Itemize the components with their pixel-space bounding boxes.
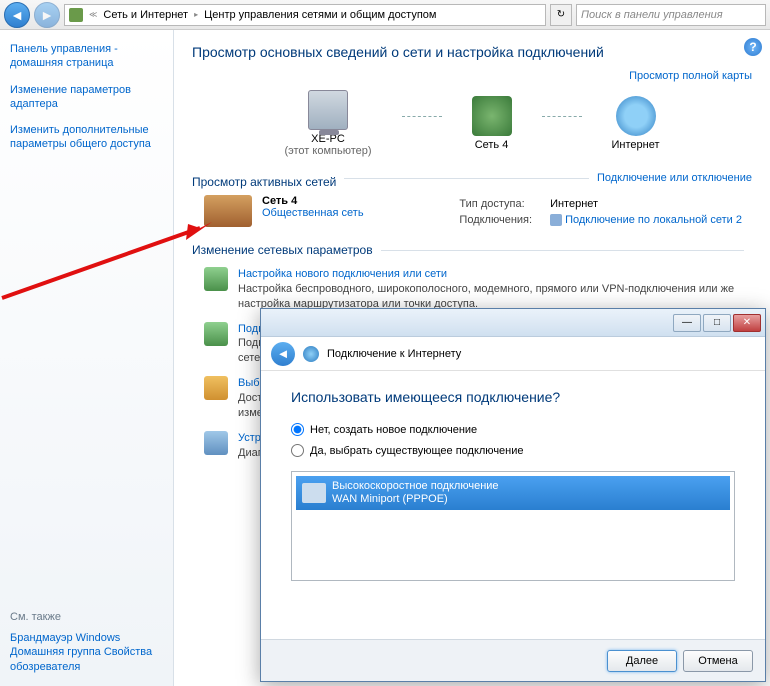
search-placeholder: Поиск в панели управления (581, 9, 723, 21)
nav-back-button[interactable]: ◄ (4, 2, 30, 28)
connection-line (542, 116, 582, 117)
change-params-heading: Изменение сетевых параметров (192, 243, 373, 257)
radio-new-connection[interactable]: Нет, создать новое подключение (291, 423, 735, 436)
connection-item-icon (302, 483, 326, 503)
choose-icon (204, 376, 228, 400)
connection-listbox[interactable]: Высокоскоростное подключение WAN Minipor… (291, 471, 735, 581)
dialog-back-button[interactable]: ◄ (271, 342, 295, 366)
control-panel-icon (69, 8, 83, 22)
bench-icon (204, 195, 252, 227)
chevron-right-icon: ▸ (194, 10, 198, 19)
action-title[interactable]: Выб (238, 377, 260, 389)
dialog-question: Использовать имеющееся подключение? (291, 389, 735, 405)
list-item[interactable]: Высокоскоростное подключение WAN Minipor… (296, 476, 730, 510)
troubleshoot-icon (204, 431, 228, 455)
action-title[interactable]: Устр (238, 432, 261, 444)
radio-input[interactable] (291, 423, 304, 436)
connection-line (402, 116, 442, 117)
radio-input[interactable] (291, 444, 304, 457)
sidebar-link-sharing[interactable]: Изменить дополнительные параметры общего… (10, 123, 163, 152)
action-new-connection[interactable]: Настройка нового подключения или сети На… (204, 267, 752, 312)
pc-icon (308, 90, 348, 130)
breadcrumb-item[interactable]: Сеть и Интернет (103, 9, 188, 21)
connect-disconnect-link[interactable]: Подключение или отключение (597, 172, 752, 184)
full-map-link[interactable]: Просмотр полной карты (629, 70, 752, 82)
pc-sub: (этот компьютер) (284, 145, 371, 157)
sidebar-link-homegroup[interactable]: Домашняя группа (10, 646, 101, 658)
dialog-title: Подключение к Интернету (327, 348, 461, 360)
globe-icon (303, 346, 319, 362)
sidebar: Панель управления - домашняя страница Из… (0, 30, 174, 686)
globe-icon (616, 96, 656, 136)
network-map: XE-PC (этот компьютер) Сеть 4 Интернет (192, 90, 752, 157)
active-networks-heading: Просмотр активных сетей (192, 175, 336, 189)
radio-label: Нет, создать новое подключение (310, 424, 477, 436)
action-title[interactable]: Настройка нового подключения или сети (238, 268, 447, 280)
connect-internet-dialog: — □ ✕ ◄ Подключение к Интернету Использо… (260, 308, 766, 682)
nav-forward-button[interactable]: ► (34, 2, 60, 28)
new-connection-icon (204, 267, 228, 291)
search-input[interactable]: Поиск в панели управления (576, 4, 766, 26)
close-button[interactable]: ✕ (733, 314, 761, 332)
breadcrumb-item[interactable]: Центр управления сетями и общим доступом (204, 9, 436, 21)
access-type-value: Интернет (542, 197, 750, 211)
active-network-name: Сеть 4 (262, 195, 364, 207)
connections-label: Подключения: (451, 213, 540, 227)
list-item-subtitle: WAN Miniport (PPPOE) (332, 493, 499, 506)
list-item-title: Высокоскоростное подключение (332, 480, 499, 493)
page-title: Просмотр основных сведений о сети и наст… (192, 44, 752, 60)
cancel-button[interactable]: Отмена (683, 650, 753, 672)
dialog-titlebar[interactable]: — □ ✕ (261, 309, 765, 337)
refresh-button[interactable]: ↻ (550, 4, 572, 26)
see-also-heading: См. также (10, 611, 163, 623)
internet-label: Интернет (612, 139, 660, 151)
network-type-link[interactable]: Общественная сеть (262, 207, 364, 219)
plug-icon (550, 214, 562, 226)
sidebar-link-firewall[interactable]: Брандмауэр Windows (10, 632, 120, 644)
sidebar-link-adapter[interactable]: Изменение параметров адаптера (10, 83, 163, 112)
connection-link[interactable]: Подключение по локальной сети 2 (565, 214, 742, 226)
sidebar-link-home[interactable]: Панель управления - домашняя страница (10, 42, 163, 71)
next-button[interactable]: Далее (607, 650, 677, 672)
connect-icon (204, 322, 228, 346)
radio-existing-connection[interactable]: Да, выбрать существующее подключение (291, 444, 735, 457)
help-icon[interactable]: ? (744, 38, 762, 56)
network-icon (472, 96, 512, 136)
access-type-label: Тип доступа: (451, 197, 540, 211)
network-name: Сеть 4 (472, 139, 512, 151)
chevron-icon: ≪ (89, 10, 97, 19)
address-bar[interactable]: ≪ Сеть и Интернет ▸ Центр управления сет… (64, 4, 546, 26)
action-desc: Диаг (238, 446, 262, 461)
radio-label: Да, выбрать существующее подключение (310, 445, 524, 457)
minimize-button[interactable]: — (673, 314, 701, 332)
connection-info: Тип доступа: Интернет Подключения: Подкл… (449, 195, 752, 229)
maximize-button[interactable]: □ (703, 314, 731, 332)
